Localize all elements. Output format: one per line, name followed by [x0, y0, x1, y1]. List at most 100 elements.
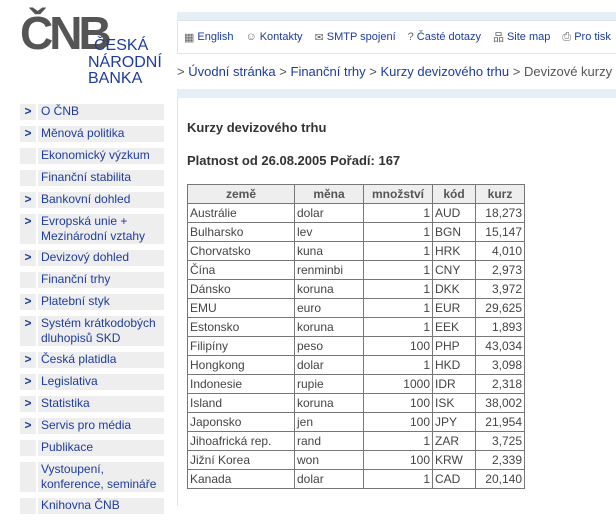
table-cell: 1 — [363, 260, 433, 280]
sidebar-item-label: Servis pro média — [38, 418, 164, 434]
contacts-icon: ☺ — [245, 31, 257, 43]
table-cell: dolar — [294, 203, 364, 223]
cnb-logo[interactable]: ČNB ČESKÁ NÁRODNÍ BANKA — [20, 10, 170, 90]
table-row: Čína renminbi 1 CNY 2,973 — [187, 260, 525, 280]
table-cell: 100 — [363, 412, 433, 432]
breadcrumb-separator: > — [369, 64, 377, 79]
sidebar-item-label: Publikace — [38, 440, 164, 456]
top-bar — [177, 12, 616, 20]
sidebar-item[interactable]: > Statistika — [20, 396, 164, 412]
table-cell: peso — [294, 336, 364, 356]
sidebar-item[interactable]: > Systém krátkodobých dluhopisů SKD — [20, 316, 164, 346]
chevron-right-icon: > — [20, 192, 36, 208]
chevron-right-icon: > — [20, 352, 36, 368]
table-cell: 2,973 — [475, 260, 525, 280]
sidebar-item-label: Bankovní dohled — [38, 192, 164, 208]
toolbar: ▦ English ☺ Kontakty ✉ SMTP spojení ? Časté dot… — [177, 20, 616, 54]
sidebar-item[interactable]: Finanční trhy — [20, 272, 164, 288]
table-cell: IDR — [432, 374, 476, 394]
chevron-right-icon — [20, 440, 36, 456]
table-cell: HRK — [432, 241, 476, 261]
chevron-right-icon: > — [20, 250, 36, 266]
breadcrumb: > Úvodní stránka > Finanční trhy > Kurzy… — [177, 64, 612, 79]
table-cell: 3,972 — [475, 279, 525, 299]
sidebar-item-label: Ekonomický výzkum — [38, 148, 164, 164]
table-cell: 1 — [363, 241, 433, 261]
chevron-right-icon: > — [20, 316, 36, 346]
toolbar-link-label: Pro tisk — [574, 31, 611, 43]
sidebar-item[interactable]: > Evropská unie + Mezinárodní vztahy — [20, 214, 164, 244]
sidebar-item-label: Knihovna ČNB — [38, 498, 164, 514]
table-cell: Island — [187, 393, 295, 413]
divider-bar — [177, 89, 616, 98]
sidebar-item[interactable]: Publikace — [20, 440, 164, 456]
sidebar-item[interactable]: Finanční stabilita — [20, 170, 164, 186]
table-cell: 1 — [363, 203, 433, 223]
table-row: Austrálie dolar 1 AUD 18,273 — [187, 203, 525, 223]
sidebar-item[interactable]: > Měnová politika — [20, 126, 164, 142]
table-cell: ZAR — [432, 431, 476, 451]
toolbar-link-label: English — [197, 31, 234, 43]
logo-text: BANKA — [88, 70, 143, 87]
toolbar-link-site-map[interactable]: 品 Site map — [493, 29, 550, 45]
table-row: Island koruna 100 ISK 38,002 — [187, 393, 525, 413]
toolbar-link-smtp-spojení[interactable]: ✉ SMTP spojení — [315, 31, 396, 44]
table-cell: 100 — [363, 450, 433, 470]
table-cell: BGN — [432, 222, 476, 242]
logo-text: ČESKÁ — [94, 37, 149, 54]
sidebar-item-label: Devizový dohled — [38, 250, 164, 266]
sidebar-item-label: Legislativa — [38, 374, 164, 390]
table-cell: lev — [294, 222, 364, 242]
table-cell: 1 — [363, 355, 433, 375]
sidebar-item[interactable]: Vystoupení, konference, semináře — [20, 462, 164, 492]
chevron-right-icon: > — [20, 374, 36, 390]
sidebar-item[interactable]: > Platební styk — [20, 294, 164, 310]
table-cell: JPY — [432, 412, 476, 432]
sidebar-item-label: Česká platidla — [38, 352, 164, 368]
table-cell: 38,002 — [475, 393, 525, 413]
breadcrumb-link[interactable]: Úvodní stránka — [188, 64, 275, 79]
table-cell: jen — [294, 412, 364, 432]
chevron-right-icon — [20, 170, 36, 186]
table-cell: Estonsko — [187, 317, 295, 337]
table-row: Dánsko koruna 1 DKK 3,972 — [187, 279, 525, 299]
table-cell: 2,318 — [475, 374, 525, 394]
table-cell: 1 — [363, 222, 433, 242]
chevron-right-icon: > — [20, 418, 36, 434]
toolbar-link-kontakty[interactable]: ☺ Kontakty — [245, 31, 302, 43]
sidebar-item[interactable]: Ekonomický výzkum — [20, 148, 164, 164]
sidebar-item[interactable]: > O ČNB — [20, 104, 164, 120]
breadcrumb-separator: > — [177, 64, 185, 79]
table-cell: renminbi — [294, 260, 364, 280]
table-row: Estonsko koruna 1 EEK 1,893 — [187, 317, 525, 337]
sidebar-item[interactable]: Knihovna ČNB — [20, 498, 164, 514]
sidebar-item[interactable]: > Servis pro média — [20, 418, 164, 434]
sidebar-menu: > O ČNB > Měnová politika Ekonomický výzkum F… — [20, 104, 164, 520]
toolbar-link-label: SMTP spojení — [326, 31, 396, 43]
table-cell: dolar — [294, 469, 364, 489]
chevron-right-icon — [20, 498, 36, 514]
breadcrumb-link[interactable]: Kurzy devizového trhu — [381, 64, 510, 79]
toolbar-link-english[interactable]: ▦ English — [184, 31, 233, 44]
table-row: EMU euro 1 EUR 29,625 — [187, 298, 525, 318]
print-icon: ⎙ — [562, 30, 572, 43]
sidebar-item[interactable]: > Česká platidla — [20, 352, 164, 368]
table-cell: 1 — [363, 431, 433, 451]
table-cell: 20,140 — [475, 469, 525, 489]
table-cell: EEK — [432, 317, 476, 337]
table-cell: koruna — [294, 279, 364, 299]
sidebar-item[interactable]: > Bankovní dohled — [20, 192, 164, 208]
table-cell: Filipíny — [187, 336, 295, 356]
table-row: Bulharsko lev 1 BGN 15,147 — [187, 222, 525, 242]
sidebar-item[interactable]: > Legislativa — [20, 374, 164, 390]
table-cell: 100 — [363, 336, 433, 356]
table-cell: Hongkong — [187, 355, 295, 375]
toolbar-link-label: Site map — [506, 31, 551, 43]
flag-icon: ▦ — [184, 31, 195, 44]
chevron-right-icon — [20, 462, 36, 492]
table-cell: Bulharsko — [187, 222, 295, 242]
sidebar-item[interactable]: > Devizový dohled — [20, 250, 164, 266]
toolbar-link-pro-tisk[interactable]: ⎙ Pro tisk — [562, 31, 611, 44]
toolbar-link-časté-dotazy[interactable]: ? Časté dotazy — [408, 31, 481, 43]
breadcrumb-link[interactable]: Finanční trhy — [291, 64, 366, 79]
